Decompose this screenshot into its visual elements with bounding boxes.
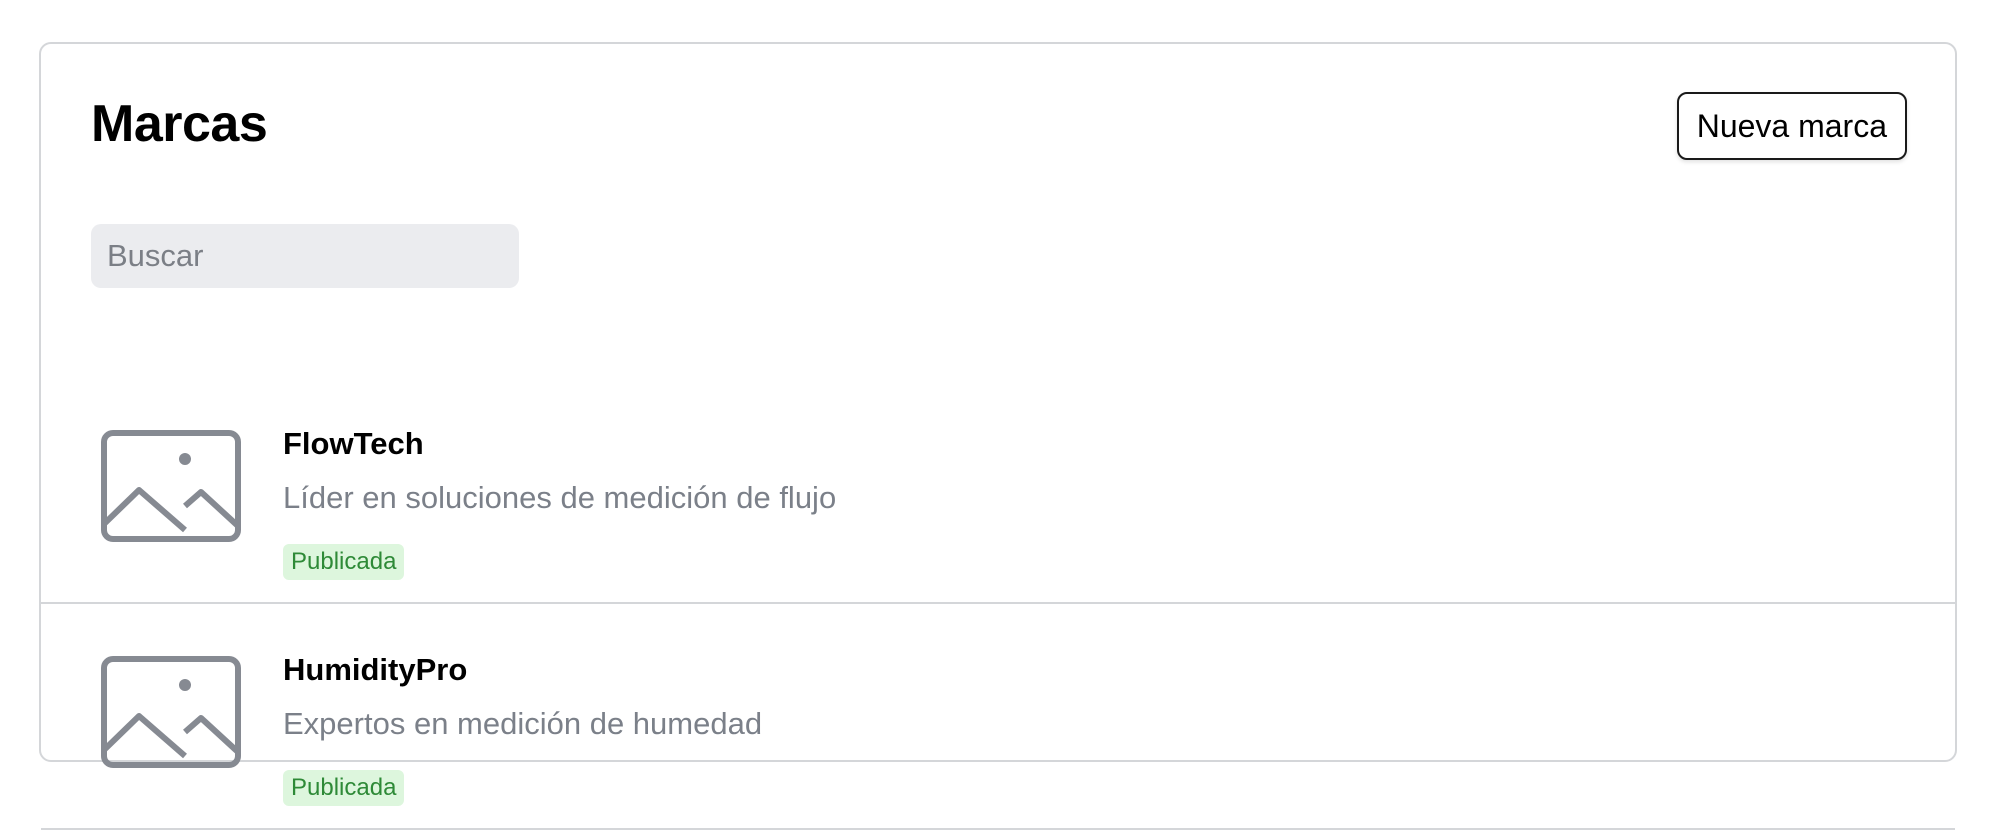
search-field[interactable] [91, 224, 519, 288]
image-placeholder-icon [101, 430, 241, 542]
page-title: Marcas [91, 95, 268, 153]
brand-description: Expertos en medición de humedad [283, 706, 763, 741]
brands-card: Marcas Nueva marca FlowTech Líder en sol… [39, 42, 1957, 830]
status-badge: Publicada [283, 544, 405, 580]
brand-description: Líder en soluciones de medición de flujo [283, 480, 837, 515]
list-item[interactable]: FlowTech Líder en soluciones de medición… [41, 378, 1955, 604]
search-input[interactable] [91, 224, 519, 288]
image-placeholder-icon [101, 656, 241, 768]
list-item[interactable]: HumidityPro Expertos en medición de hume… [41, 604, 1955, 830]
brand-name: HumidityPro [283, 652, 468, 687]
brand-name: FlowTech [283, 426, 424, 461]
status-badge: Publicada [283, 770, 405, 806]
brand-list: FlowTech Líder en soluciones de medición… [41, 378, 1955, 830]
new-brand-button[interactable]: Nueva marca [1676, 92, 1907, 160]
